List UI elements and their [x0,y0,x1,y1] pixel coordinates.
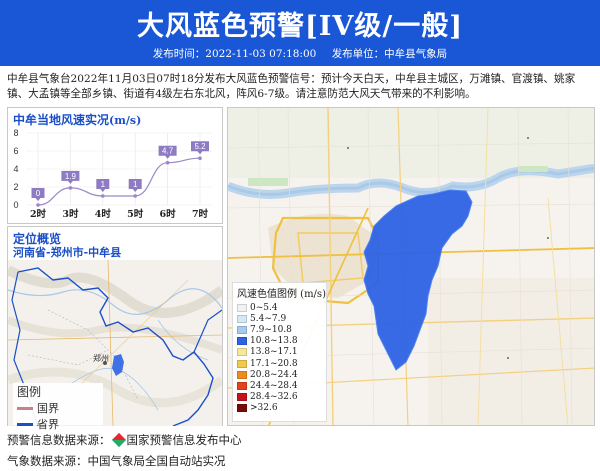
wind-legend-label: 20.8~24.4 [250,369,298,380]
wind-speed-point [165,160,170,165]
wind-legend-label: 24.4~28.4 [250,380,298,391]
wind-legend-swatch [237,381,247,390]
location-subtitle: 河南省-郑州市-中牟县 [13,246,122,259]
wind-legend-item: 0~5.4 [233,302,326,313]
x-tick-label: 2时 [30,208,47,220]
national-border-line-icon [17,406,33,410]
warning-center-logo-icon [111,432,126,448]
x-tick-label: 3时 [62,208,79,220]
wind-legend-label: 0~5.4 [250,302,278,313]
publish-time: 发布时间：2022-11-03 07:18:00 [152,48,317,60]
wind-legend-swatch [237,393,247,402]
legend-item-province-border: 省界 [17,416,103,432]
legend-national-label: 国界 [37,402,59,415]
wind-legend-rows: 0~5.4 5.4~7.9 7.9~10.8 10.8~13.8 13.8~17.1 17… [233,302,326,414]
wind-legend-item: >32.6 [233,403,326,414]
county-label: 郑州 [93,353,109,363]
wind-legend-swatch [237,325,247,334]
y-tick-label: 8 [13,128,18,138]
province-border-line-icon [17,422,33,426]
x-tick-label: 6时 [160,208,177,220]
y-tick-label: 4 [13,164,18,174]
wind-legend-swatch [237,314,247,323]
y-tick-label: 0 [13,200,18,210]
location-panel: 定位概览 河南省-郑州市-中牟县 郑州 图例 国界 省界 [7,226,223,431]
header-meta: 发布时间：2022-11-03 07:18:00 发布单位：中牟县气象局 [0,46,600,61]
warning-source-text: 国家预警信息发布中心 [126,433,242,447]
x-tick-label: 5时 [127,208,144,220]
map-legend: 图例 国界 省界 [13,383,103,431]
wind-legend-swatch [237,370,247,379]
wind-speed-point [198,156,202,160]
wind-legend-item: 13.8~17.1 [233,347,326,358]
wind-speed-legend: 风速色值图例 (m/s) 0~5.4 5.4~7.9 7.9~10.8 10.8~13… [232,282,327,422]
wind-speed-data-label: 1 [101,180,106,189]
publisher: 发布单位：中牟县气象局 [331,48,448,60]
map-legend-title: 图例 [17,385,42,399]
wind-speed-data-label: 0 [36,189,41,198]
wind-legend-title: 风速色值图例 (m/s) [237,289,326,300]
legend-item-national-border: 国界 [17,400,103,416]
wind-speed-point [133,194,137,198]
wind-legend-swatch [237,337,247,346]
warning-source-label: 预警信息数据来源： [7,433,111,447]
wind-speed-data-label: 4.7 [162,147,174,156]
wind-speed-data-label: 1.9 [65,172,77,181]
weather-source-label: 气象数据来源： [7,454,88,468]
wind-speed-series-line [37,157,201,206]
wind-legend-swatch [237,303,247,312]
weather-source-text: 中国气象局全国自动站实况 [87,454,226,468]
wind-legend-item: 17.1~20.8 [233,358,326,369]
wind-speed-chart: 0 2 4 6 8 2时 3时 4时 5时 6时 7时 0 1.9 1 1 4.7 5.2 [13,128,212,220]
wind-legend-swatch [237,404,247,413]
y-tick-label: 6 [13,146,18,156]
wind-speed-point [36,203,40,207]
wind-speed-point [68,186,73,190]
x-tick-label: 7时 [192,208,209,220]
warning-description: 中牟县气象台2022年11月03日07时18分发布大风蓝色预警信号：预计今天白天… [7,73,576,100]
legend-province-label: 省界 [37,418,59,431]
wind-speed-panel: 中牟当地风速实况(m/s) 0 2 4 6 8 2时 3时 4时 5时 6时 7时 0 1.9 1 1 4.7… [7,107,223,224]
x-tick-label: 4时 [95,208,112,220]
y-tick-label: 2 [13,182,18,192]
wind-speed-data-label: 5.2 [194,142,206,151]
wind-legend-label: 17.1~20.8 [250,358,298,369]
wind-legend-label: 7.9~10.8 [250,324,292,335]
wind-legend-item: 7.9~10.8 [233,324,326,335]
warning-source-line: 预警信息数据来源： 国家预警信息发布中心 [7,432,242,448]
wind-legend-item: 5.4~7.9 [233,313,326,324]
wind-legend-item: 28.4~32.6 [233,392,326,403]
wind-legend-item: 10.8~13.8 [233,336,326,347]
wind-legend-swatch [237,359,247,368]
wind-legend-label: 10.8~13.8 [250,336,298,347]
wind-legend-item: 20.8~24.4 [233,369,326,380]
wind-legend-label: 5.4~7.9 [250,313,287,324]
wind-speed-point [101,194,105,198]
wind-legend-label: 13.8~17.1 [250,347,298,358]
wind-speed-data-label: 1 [133,180,138,189]
warning-title: 大风蓝色预警[IV级/一般] [137,11,463,42]
wind-legend-swatch [237,348,247,357]
wind-legend-item: 24.4~28.4 [233,380,326,391]
header-banner: 大风蓝色预警[IV级/一般] 发布时间：2022-11-03 07:18:00 … [0,0,600,66]
wind-legend-label: >32.6 [250,403,278,414]
weather-source-line: 气象数据来源：中国气象局全国自动站实况 [7,453,226,469]
wind-legend-label: 28.4~32.6 [250,392,298,403]
